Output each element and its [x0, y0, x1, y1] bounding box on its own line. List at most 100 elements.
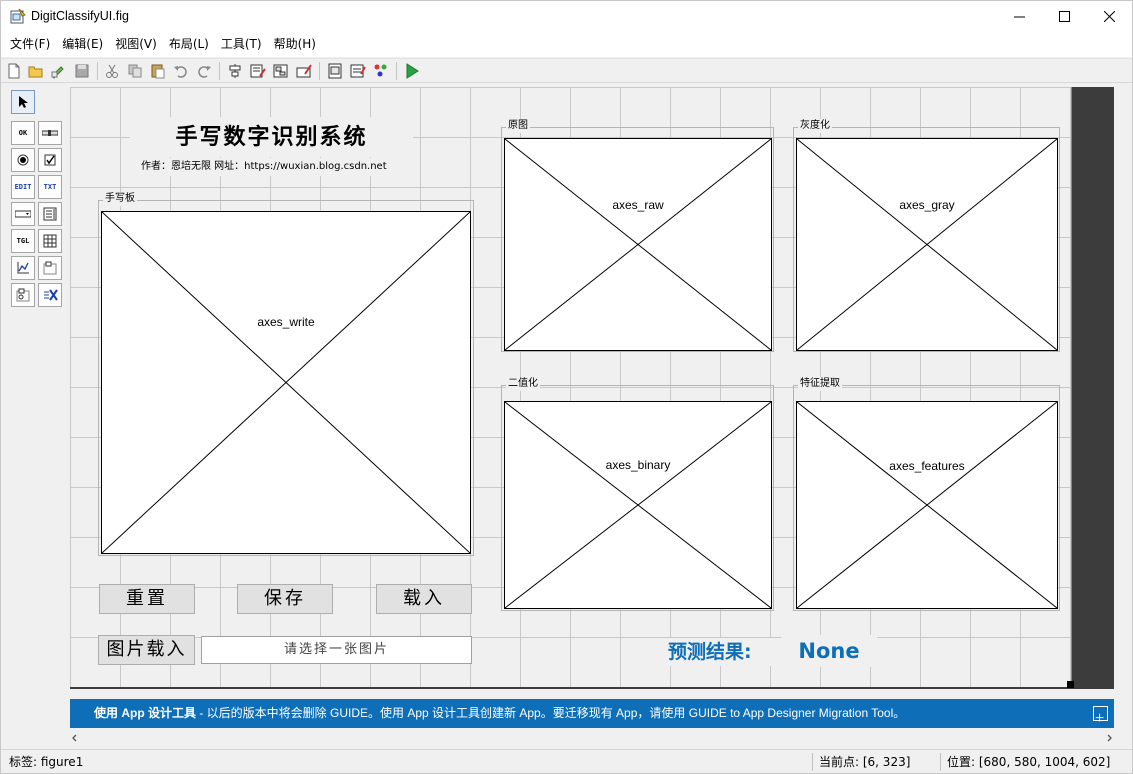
panel-tool[interactable] [38, 256, 62, 280]
tab-order-icon[interactable] [272, 62, 290, 80]
cut-icon[interactable] [103, 62, 121, 80]
axes-placeholder-cross [505, 402, 771, 608]
button-group-icon [16, 288, 30, 302]
menu-editor-icon[interactable] [249, 62, 267, 80]
axes-gray[interactable]: axes_gray [796, 138, 1058, 351]
run-figure-icon[interactable] [403, 62, 421, 80]
object-browser-icon[interactable] [372, 62, 390, 80]
panel-gray[interactable]: 灰度化 axes_gray [793, 119, 1060, 352]
axes-gray-tag: axes_gray [899, 198, 955, 212]
axes-placeholder-cross [102, 212, 470, 553]
status-bar: 标签: figure1 当前点: [6, 323] 位置: [680, 580,… [1, 749, 1132, 773]
radio-button-tool[interactable] [11, 148, 35, 172]
activex-icon [44, 289, 58, 301]
minimize-icon [1013, 16, 1025, 17]
toggle-button-tool[interactable]: TGL [11, 229, 35, 253]
info-bar-text: - 以后的版本中将会删除 GUIDE。使用 App 设计工具创建新 App。要迁… [196, 706, 906, 720]
editor-icon[interactable] [326, 62, 344, 80]
minimize-button[interactable] [996, 1, 1042, 31]
app-title[interactable]: 手写数字识别系统 [130, 117, 413, 157]
menu-bar: 文件(F) 编辑(E) 视图(V) 布局(L) 工具(T) 帮助(H) [1, 32, 1132, 57]
select-tool[interactable] [11, 90, 35, 114]
scroll-left-icon [72, 734, 77, 742]
redo-icon[interactable] [195, 62, 213, 80]
slider-tool[interactable] [38, 121, 62, 145]
panel-icon [43, 261, 57, 275]
horizontal-scrollbar[interactable] [70, 731, 1114, 745]
edit-text-tool[interactable]: EDIT [11, 175, 35, 199]
component-palette: OK EDIT TXT TGL [9, 88, 65, 310]
panel-gray-title: 灰度化 [798, 119, 832, 133]
menu-layout[interactable]: 布局(L) [163, 32, 215, 57]
ok-label: OK [18, 129, 28, 137]
menu-file[interactable]: 文件(F) [4, 32, 56, 57]
panel-raw-title: 原图 [506, 119, 530, 133]
expand-info-icon[interactable] [1093, 706, 1108, 722]
save-button[interactable]: 保存 [237, 584, 333, 614]
txt-label: TXT [43, 183, 57, 191]
copy-icon[interactable] [126, 62, 144, 80]
axes-features[interactable]: axes_features [796, 401, 1058, 609]
menu-view[interactable]: 视图(V) [109, 32, 163, 57]
app-designer-info-bar: 使用 App 设计工具 - 以后的版本中将会删除 GUIDE。使用 App 设计… [70, 699, 1114, 728]
axes-placeholder-cross [505, 139, 771, 350]
figure-canvas[interactable]: 手写数字识别系统 作者：恩培无限 网址：https://wuxian.blog.… [70, 87, 1074, 688]
panel-binary[interactable]: 二值化 axes_binary [501, 377, 774, 611]
reset-button[interactable]: 重置 [99, 584, 195, 614]
axes-binary[interactable]: axes_binary [504, 401, 772, 609]
close-button[interactable] [1086, 1, 1132, 31]
guide-window: DigitClassifyUI.fig 文件(F) 编辑(E) 视图(V) 布局… [0, 0, 1133, 774]
undo-icon[interactable] [172, 62, 190, 80]
activex-tool[interactable] [38, 283, 62, 307]
menu-tools[interactable]: 工具(T) [215, 32, 268, 57]
toolbar-editor-icon[interactable] [295, 62, 313, 80]
push-button-tool[interactable]: OK [11, 121, 35, 145]
radio-icon [17, 154, 29, 166]
table-tool[interactable] [38, 229, 62, 253]
open-folder-icon[interactable] [27, 62, 45, 80]
save-edit-icon[interactable] [49, 62, 67, 80]
axes-raw[interactable]: axes_raw [504, 138, 772, 351]
property-inspector-icon[interactable] [349, 62, 367, 80]
window-title: DigitClassifyUI.fig [31, 9, 129, 23]
static-text-tool[interactable]: TXT [38, 175, 62, 199]
maximize-icon [1058, 10, 1070, 22]
load-button[interactable]: 载入 [376, 584, 472, 614]
prediction-result-value: None [781, 635, 877, 667]
paste-icon[interactable] [149, 62, 167, 80]
save-icon[interactable] [73, 62, 91, 80]
image-path-field[interactable]: 请选择一张图片 [201, 636, 472, 664]
maximize-button[interactable] [1041, 1, 1087, 31]
align-objects-icon[interactable] [226, 62, 244, 80]
panel-binary-title: 二值化 [506, 377, 540, 391]
menu-help[interactable]: 帮助(H) [268, 32, 322, 57]
menu-edit[interactable]: 编辑(E) [56, 32, 109, 57]
info-bar-bold[interactable]: 使用 App 设计工具 [94, 706, 196, 720]
panel-features-title: 特征提取 [798, 377, 842, 391]
axes-write[interactable]: axes_write [101, 211, 471, 554]
checkbox-icon [44, 154, 56, 166]
canvas-resize-handle[interactable] [1067, 681, 1074, 688]
popup-menu-tool[interactable] [11, 202, 35, 226]
panel-features[interactable]: 特征提取 axes_features [793, 377, 1060, 611]
fig-file-icon [10, 8, 26, 24]
axes-write-tag: axes_write [257, 315, 315, 329]
new-file-icon[interactable] [5, 62, 23, 80]
panel-write[interactable]: 手写板 axes_write [98, 192, 474, 556]
slider-icon [42, 130, 58, 136]
load-image-button[interactable]: 图片载入 [98, 635, 195, 665]
status-tag: 标签: figure1 [9, 755, 84, 769]
checkbox-tool[interactable] [38, 148, 62, 172]
close-icon [1103, 10, 1115, 22]
listbox-tool[interactable] [38, 202, 62, 226]
scroll-right-icon [1107, 734, 1112, 742]
axes-tool[interactable] [11, 256, 35, 280]
status-position: 位置: [680, 580, 1004, 602] [947, 755, 1111, 769]
button-group-tool[interactable] [11, 283, 35, 307]
panel-raw[interactable]: 原图 axes_raw [501, 119, 774, 352]
author-label[interactable]: 作者：恩培无限 网址：https://wuxian.blog.csdn.net [133, 158, 413, 176]
status-current-point: 当前点: [6, 323] [819, 755, 911, 769]
popup-icon [15, 210, 31, 218]
panel-write-title: 手写板 [103, 192, 137, 206]
axes-raw-tag: axes_raw [612, 198, 664, 212]
